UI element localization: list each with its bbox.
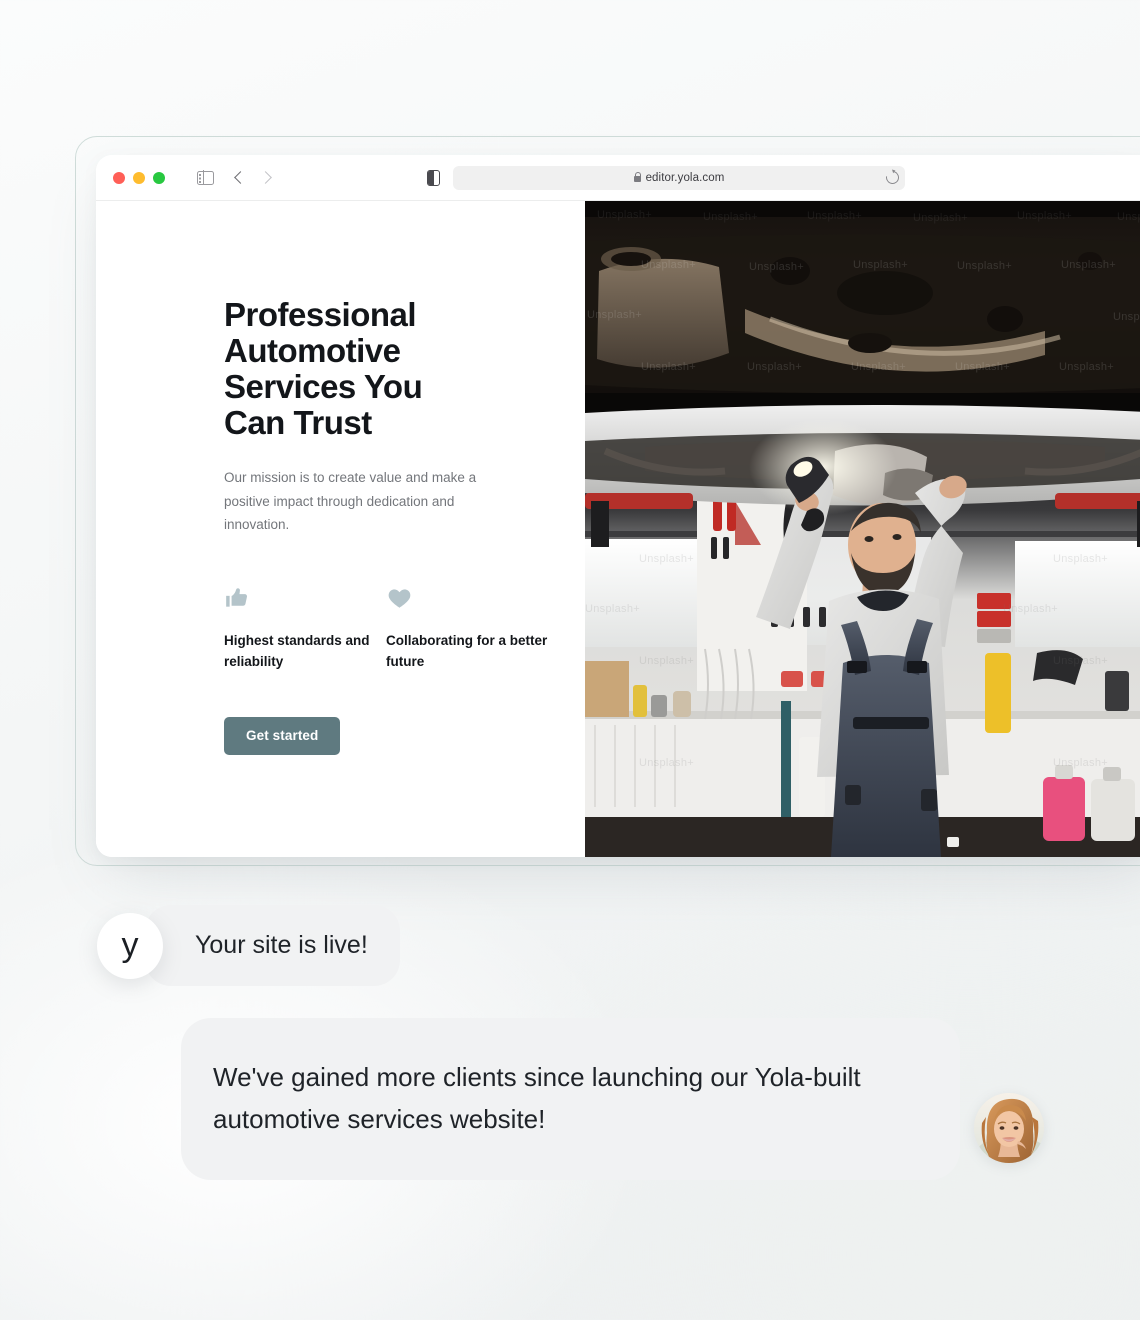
browser-titlebar: editor.yola.com [96, 155, 1140, 201]
get-started-button[interactable]: Get started [224, 717, 340, 755]
hero-text-column: Professional Automotive Services You Can… [96, 201, 585, 857]
yola-logo-avatar: y [97, 913, 163, 979]
minimize-window-button[interactable] [133, 172, 145, 184]
page-title: Professional Automotive Services You Can… [224, 297, 474, 441]
maximize-window-button[interactable] [153, 172, 165, 184]
feature-item-standards: Highest standards and reliability [224, 585, 386, 673]
feature-label: Highest standards and reliability [224, 630, 386, 673]
feature-label: Collaborating for a better future [386, 630, 548, 673]
chevron-right-icon[interactable] [259, 171, 272, 184]
feature-list: Highest standards and reliability Collab… [224, 585, 585, 673]
chat-bubble-status: Your site is live! [145, 905, 400, 986]
url-text: editor.yola.com [646, 172, 725, 184]
address-bar[interactable]: editor.yola.com [453, 166, 905, 190]
close-window-button[interactable] [113, 172, 125, 184]
traffic-light-group [113, 172, 165, 184]
chat-bubble-testimonial: We've gained more clients since launchin… [181, 1018, 960, 1180]
chat-message-status: y Your site is live! [97, 905, 400, 986]
browser-window: editor.yola.com Professional Automotive … [96, 155, 1140, 857]
lock-icon [634, 176, 641, 182]
avatar [974, 1093, 1044, 1163]
hero-subtitle: Our mission is to create value and make … [224, 466, 506, 537]
feature-item-collaboration: Collaborating for a better future [386, 585, 548, 673]
heart-icon [386, 585, 548, 615]
reader-mode-icon[interactable] [427, 170, 440, 186]
thumbs-up-icon [224, 585, 386, 615]
hero-image: Unsplash+ Unsplash+ Unsplash+ Unsplash+ … [585, 201, 1140, 857]
sidebar-toggle-icon[interactable] [197, 171, 214, 185]
website-preview: Professional Automotive Services You Can… [96, 201, 1140, 857]
navigation-arrows [236, 173, 270, 182]
chevron-left-icon[interactable] [234, 171, 247, 184]
yola-logo-letter: y [122, 928, 139, 962]
